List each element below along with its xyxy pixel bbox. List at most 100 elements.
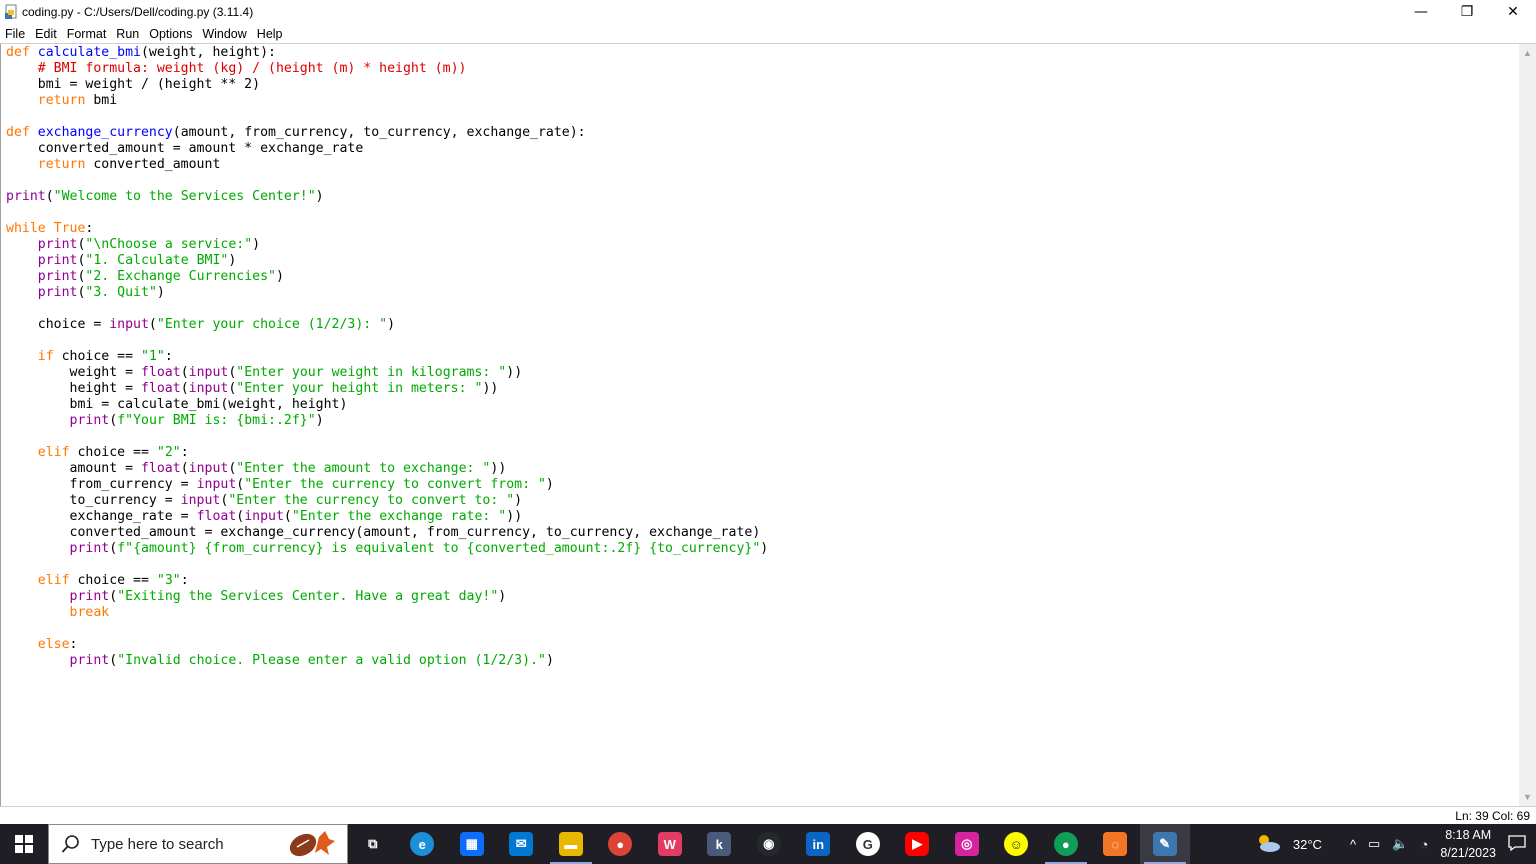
code-line[interactable]: print("2. Exchange Currencies") <box>6 269 768 285</box>
code-line[interactable]: weight = float(input("Enter your weight … <box>6 365 768 381</box>
code-line[interactable]: print(f"{amount} {from_currency} is equi… <box>6 541 769 557</box>
code-line[interactable]: from_currency = input("Enter the currenc… <box>6 477 768 493</box>
menu-help[interactable]: Help <box>252 27 288 41</box>
menu-run[interactable]: Run <box>111 27 144 41</box>
code-line[interactable]: def calculate_bmi(weight, height): <box>6 45 768 61</box>
code-token: else <box>37 637 70 652</box>
code-line[interactable]: exchange_rate = float(input("Enter the e… <box>6 509 768 525</box>
k-app-glyph: k <box>707 832 732 856</box>
code-token: bmi = weight / (height ** 2) <box>6 77 261 92</box>
code-line[interactable] <box>6 621 768 637</box>
code-token: converted_amount <box>85 157 221 172</box>
mail-icon[interactable]: ✉ <box>497 824 547 864</box>
wps-icon[interactable]: W <box>645 824 695 864</box>
start-button[interactable] <box>0 824 48 864</box>
code-line[interactable]: elif choice == "2": <box>6 445 768 461</box>
code-line[interactable] <box>6 557 768 573</box>
menu-format[interactable]: Format <box>62 27 112 41</box>
code-line[interactable]: print("Welcome to the Services Center!") <box>6 189 768 205</box>
code-line[interactable] <box>6 301 768 317</box>
code-line[interactable] <box>6 109 768 125</box>
idle-editor-icon[interactable]: ✎ <box>1140 824 1190 864</box>
instagram-icon[interactable]: ◎ <box>942 824 992 864</box>
code-line[interactable]: print("Invalid choice. Please enter a va… <box>6 653 768 669</box>
weather-temperature[interactable]: 32°C <box>1293 837 1322 852</box>
code-token: ) <box>156 285 165 300</box>
jupyter-icon[interactable]: ◌ <box>1091 824 1141 864</box>
code-text[interactable]: def calculate_bmi(weight, height): # BMI… <box>6 45 768 669</box>
chrome-profile-icon[interactable]: ● <box>1041 824 1091 864</box>
code-line[interactable]: converted_amount = amount * exchange_rat… <box>6 141 768 157</box>
code-token: ( <box>109 413 118 428</box>
code-line[interactable]: print("1. Calculate BMI") <box>6 253 768 269</box>
code-line[interactable]: return converted_amount <box>6 157 768 173</box>
menu-options[interactable]: Options <box>144 27 197 41</box>
youtube-icon[interactable]: ▶ <box>893 824 943 864</box>
store-icon[interactable]: ▦ <box>447 824 497 864</box>
notifications-icon[interactable] <box>1508 834 1526 855</box>
code-line[interactable]: break <box>6 605 768 621</box>
code-line[interactable] <box>6 205 768 221</box>
menu-file[interactable]: File <box>0 27 30 41</box>
github-icon[interactable]: ◉ <box>744 824 794 864</box>
task-view-icon[interactable]: ⧉ <box>348 824 398 864</box>
code-token: bmi = calculate_bmi(weight, height) <box>6 397 348 412</box>
code-line[interactable]: bmi = calculate_bmi(weight, height) <box>6 397 768 413</box>
code-token: "2. Exchange Currencies" <box>85 269 276 284</box>
code-line[interactable]: def exchange_currency(amount, from_curre… <box>6 125 768 141</box>
chevron-up-icon[interactable]: ^ <box>1350 837 1356 852</box>
minimize-button[interactable]: — <box>1398 0 1444 24</box>
code-token: elif <box>37 445 70 460</box>
volume-icon[interactable]: 🔈 <box>1392 836 1408 852</box>
battery-icon[interactable]: ▭ <box>1368 836 1380 852</box>
scroll-up-arrow-icon[interactable]: ▲ <box>1523 48 1532 58</box>
weather-icon[interactable] <box>1255 833 1281 856</box>
code-editor[interactable]: def calculate_bmi(weight, height): # BMI… <box>0 44 1536 806</box>
code-line[interactable]: bmi = weight / (height ** 2) <box>6 77 768 93</box>
close-button[interactable]: ✕ <box>1490 0 1536 24</box>
code-token: input <box>188 461 229 476</box>
code-line[interactable]: while True: <box>6 221 768 237</box>
code-line[interactable]: choice = input("Enter your choice (1/2/3… <box>6 317 768 333</box>
code-line[interactable]: else: <box>6 637 768 653</box>
code-token: bmi <box>85 93 118 108</box>
code-line[interactable]: to_currency = input("Enter the currency … <box>6 493 768 509</box>
code-token: choice = <box>6 317 110 332</box>
menu-edit[interactable]: Edit <box>30 27 62 41</box>
restore-button[interactable]: ❐ <box>1444 0 1490 24</box>
wifi-icon[interactable]: ◔ <box>1421 837 1429 852</box>
code-line[interactable] <box>6 173 768 189</box>
code-line[interactable]: converted_amount = exchange_currency(amo… <box>6 525 768 541</box>
code-token: ) <box>315 413 324 428</box>
code-token: input <box>244 509 284 524</box>
code-token: ( <box>148 317 157 332</box>
vertical-scrollbar[interactable]: ▲ ▼ <box>1519 44 1536 806</box>
code-line[interactable]: elif choice == "3": <box>6 573 768 589</box>
menu-window[interactable]: Window <box>197 27 251 41</box>
code-token: "Enter your height in meters: " <box>236 381 483 396</box>
clock[interactable]: 8:18 AM 8/21/2023 <box>1440 826 1496 862</box>
file-explorer-icon[interactable]: ▬ <box>546 824 596 864</box>
code-line[interactable] <box>6 333 768 349</box>
scroll-down-arrow-icon[interactable]: ▼ <box>1523 792 1532 802</box>
code-token: return <box>37 157 86 172</box>
chrome-icon[interactable]: ● <box>596 824 646 864</box>
code-line[interactable]: print("3. Quit") <box>6 285 768 301</box>
code-line[interactable]: print("\nChoose a service:") <box>6 237 768 253</box>
code-line[interactable]: return bmi <box>6 93 768 109</box>
google-icon[interactable]: G <box>843 824 893 864</box>
code-line[interactable]: height = float(input("Enter your height … <box>6 381 768 397</box>
code-line[interactable]: if choice == "1": <box>6 349 768 365</box>
code-line[interactable]: print("Exiting the Services Center. Have… <box>6 589 768 605</box>
code-line[interactable]: amount = float(input("Enter the amount t… <box>6 461 768 477</box>
k-app-icon[interactable]: k <box>695 824 745 864</box>
code-line[interactable]: print(f"Your BMI is: {bmi:.2f}") <box>6 413 768 429</box>
snapchat-icon[interactable]: ☺ <box>992 824 1042 864</box>
edge-icon[interactable]: e <box>398 824 448 864</box>
linkedin-icon[interactable]: in <box>794 824 844 864</box>
code-line[interactable] <box>6 429 768 445</box>
code-line[interactable]: # BMI formula: weight (kg) / (height (m)… <box>6 61 768 77</box>
taskbar-search-box[interactable]: Type here to search <box>48 824 348 864</box>
code-token: while <box>6 221 46 236</box>
